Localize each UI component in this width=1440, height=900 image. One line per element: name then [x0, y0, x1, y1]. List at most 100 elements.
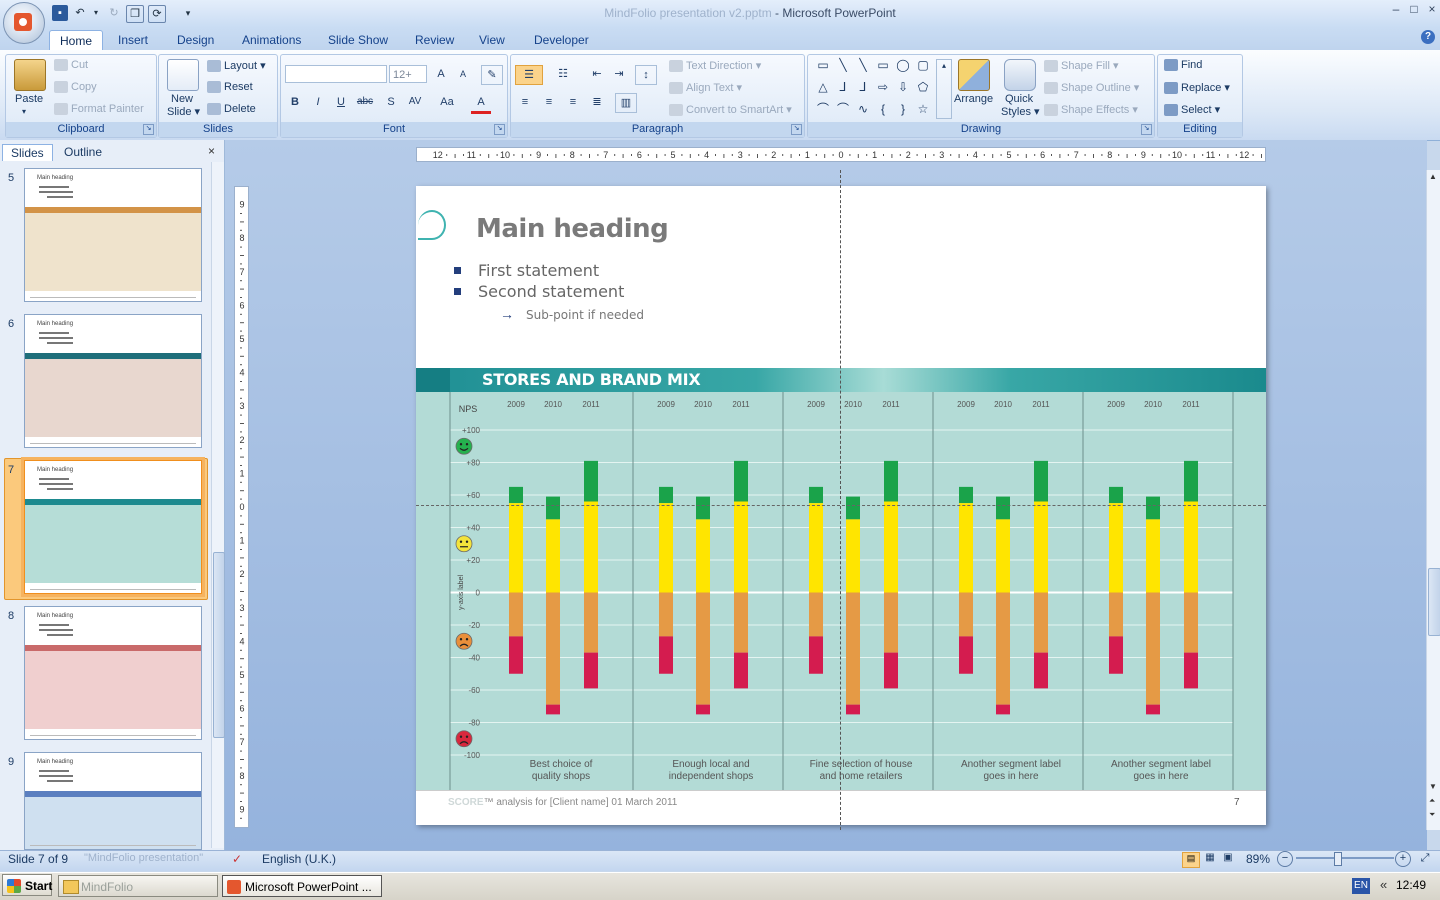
align-right-button[interactable]: ≡ [563, 93, 583, 111]
taskbar-powerpoint[interactable]: Microsoft PowerPoint ... [222, 875, 382, 897]
down-arrow-shape-icon[interactable]: ⇩ [896, 81, 910, 93]
tab-home[interactable]: Home [49, 30, 104, 51]
elbow-arrow-shape-icon[interactable]: ⅃ [856, 81, 870, 93]
next-slide-icon[interactable]: ⏷ [1429, 810, 1435, 820]
oval-shape-icon[interactable]: ◯ [896, 59, 910, 71]
zoom-slider-track[interactable] [1296, 857, 1394, 859]
cut-button[interactable]: Cut [54, 59, 88, 72]
delete-button[interactable]: Delete [207, 103, 256, 116]
new-slide-button[interactable]: New [171, 93, 193, 105]
tab-design[interactable]: Design [167, 30, 224, 50]
star-shape-icon[interactable]: ☆ [916, 103, 930, 115]
redo-icon[interactable]: ↻ [106, 5, 122, 21]
select-button[interactable]: Select ▾ [1164, 103, 1220, 117]
columns-button[interactable]: ▥ [615, 93, 637, 113]
normal-view-icon[interactable]: ▤ [1182, 852, 1200, 868]
clipboard-launcher-icon[interactable]: ↘ [143, 124, 154, 135]
left-brace-shape-icon[interactable]: { [876, 103, 890, 115]
pentagon-shape-icon[interactable]: ⬠ [916, 81, 930, 93]
drawing-launcher-icon[interactable]: ↘ [1141, 124, 1152, 135]
layout-button[interactable]: Layout ▾ [207, 59, 266, 73]
reset-button[interactable]: Reset [207, 81, 253, 94]
curve-shape-icon[interactable]: ∿ [856, 103, 870, 115]
subpoint-text[interactable]: Sub-point if needed [526, 308, 644, 322]
undo-icon[interactable]: ↶ [72, 5, 88, 21]
undo-dropdown-icon[interactable]: ▾ [88, 5, 104, 21]
slideshow-view-icon[interactable]: ▣ [1220, 852, 1236, 866]
refresh-icon[interactable]: ⟳ [148, 5, 166, 23]
align-left-button[interactable]: ≡ [515, 93, 535, 111]
section-title[interactable]: STORES AND BRAND MIX [482, 370, 701, 389]
rounded-rect-shape-icon[interactable]: ▢ [916, 59, 930, 71]
slide-sorter-icon[interactable]: ▦ [1202, 852, 1218, 866]
line-spacing-button[interactable]: ↕ [635, 65, 657, 85]
slide-thumbnail[interactable]: Main heading [24, 606, 202, 740]
increase-indent-button[interactable]: ⇥ [609, 65, 629, 83]
tab-insert[interactable]: Insert [108, 30, 158, 50]
decrease-indent-button[interactable]: ⇤ [587, 65, 607, 83]
vertical-ruler[interactable]: 9 8 7 6 5 4 3 2 1 0 1 2 3 4 5 6 7 8 9 [234, 186, 249, 828]
slide-scrollbar-thumb[interactable] [1428, 568, 1440, 636]
copy-button[interactable]: Copy [54, 81, 97, 94]
customize-qat-icon[interactable]: ▾ [180, 5, 196, 21]
arc-shape-icon[interactable]: ⌒ [836, 103, 850, 115]
fit-to-window-icon[interactable]: ⤢ [1418, 852, 1432, 866]
slide-thumbnail[interactable]: Main heading [24, 314, 202, 448]
zoom-level[interactable]: 89% [1246, 852, 1270, 866]
font-color-button[interactable]: A [471, 93, 491, 114]
scroll-down-icon[interactable]: ▼ [1429, 782, 1437, 791]
slide-heading[interactable]: Main heading [476, 214, 669, 244]
zoom-in-icon[interactable]: + [1395, 851, 1411, 867]
help-icon[interactable]: ? [1421, 30, 1435, 44]
new-slide-button-line2[interactable]: Slide ▾ [167, 105, 200, 118]
zoom-slider-handle[interactable] [1334, 852, 1342, 866]
justify-button[interactable]: ≣ [587, 93, 607, 111]
elbow-connector-shape-icon[interactable]: ⅃ [836, 81, 850, 93]
tab-animations[interactable]: Animations [232, 30, 311, 50]
slide-thumbnail[interactable]: Main heading [24, 460, 202, 594]
clear-format-button[interactable]: ✎ [481, 65, 503, 85]
slide-thumbnail[interactable]: Main heading [24, 168, 202, 302]
format-painter-button[interactable]: Format Painter [54, 103, 144, 116]
vertical-guide[interactable] [840, 170, 841, 830]
quick-styles-button-line2[interactable]: Styles ▾ [1001, 105, 1040, 118]
arrange-button[interactable]: Arrange [954, 93, 993, 105]
input-language-indicator[interactable]: EN [1352, 878, 1370, 894]
underline-button[interactable]: U [331, 93, 351, 111]
slide-thumbnail[interactable]: Main heading [24, 752, 202, 850]
font-size-combo[interactable]: 12+ [389, 65, 427, 83]
spellcheck-icon[interactable]: ✓ [232, 852, 246, 866]
paste-button[interactable]: Paste [15, 93, 43, 105]
zoom-out-icon[interactable]: − [1277, 851, 1293, 867]
office-button[interactable] [3, 2, 45, 44]
horizontal-ruler[interactable]: 12 11 10 9 8 7 6 5 4 3 2 1 0 1 2 3 4 5 6 7 8 9 10 11 12 [416, 147, 1266, 162]
tab-outline-panel[interactable]: Outline [56, 144, 110, 160]
language-indicator[interactable]: English (U.K.) [262, 852, 336, 866]
rectangle-shape-icon[interactable]: ▭ [876, 59, 890, 71]
close-button[interactable]: × [1420, 2, 1440, 18]
text-direction-button[interactable]: Text Direction ▾ [669, 59, 761, 73]
previous-slide-icon[interactable]: ⏶ [1429, 796, 1435, 806]
tray-expand-icon[interactable]: « [1380, 877, 1387, 892]
italic-button[interactable]: I [308, 93, 328, 111]
tab-slide-show[interactable]: Slide Show [318, 30, 398, 50]
tab-slides-panel[interactable]: Slides [2, 144, 53, 161]
bullets-button[interactable]: ☰ [515, 65, 543, 85]
tab-view[interactable]: View [469, 30, 515, 50]
panel-scrollbar-thumb[interactable] [213, 552, 225, 738]
quick-styles-button[interactable]: Quick [1005, 93, 1033, 105]
convert-smartart-button[interactable]: Convert to SmartArt ▾ [669, 103, 792, 117]
freeform-shape-icon[interactable]: ⌒ [816, 103, 830, 115]
shrink-font-button[interactable]: A [453, 65, 473, 83]
paragraph-launcher-icon[interactable]: ↘ [791, 124, 802, 135]
line-shape-icon[interactable]: ╲ [836, 59, 850, 71]
slide-scrollbar[interactable]: ▲ ▼ ⏶ ⏷ [1426, 170, 1440, 830]
bullet-first[interactable]: First statement [453, 261, 599, 280]
shape-outline-button[interactable]: Shape Outline ▾ [1044, 81, 1139, 95]
change-case-button[interactable]: Aa [437, 93, 457, 111]
shadow-button[interactable]: S [381, 93, 401, 111]
scroll-up-icon[interactable]: ▲ [1429, 172, 1437, 181]
bullet-second[interactable]: Second statement [453, 282, 624, 301]
nps-chart[interactable]: +100 +80 +60 +40 +20 0 -20 -40 -60 -80 -100 NPS y-ax… [416, 392, 1266, 790]
font-launcher-icon[interactable]: ↘ [494, 124, 505, 135]
